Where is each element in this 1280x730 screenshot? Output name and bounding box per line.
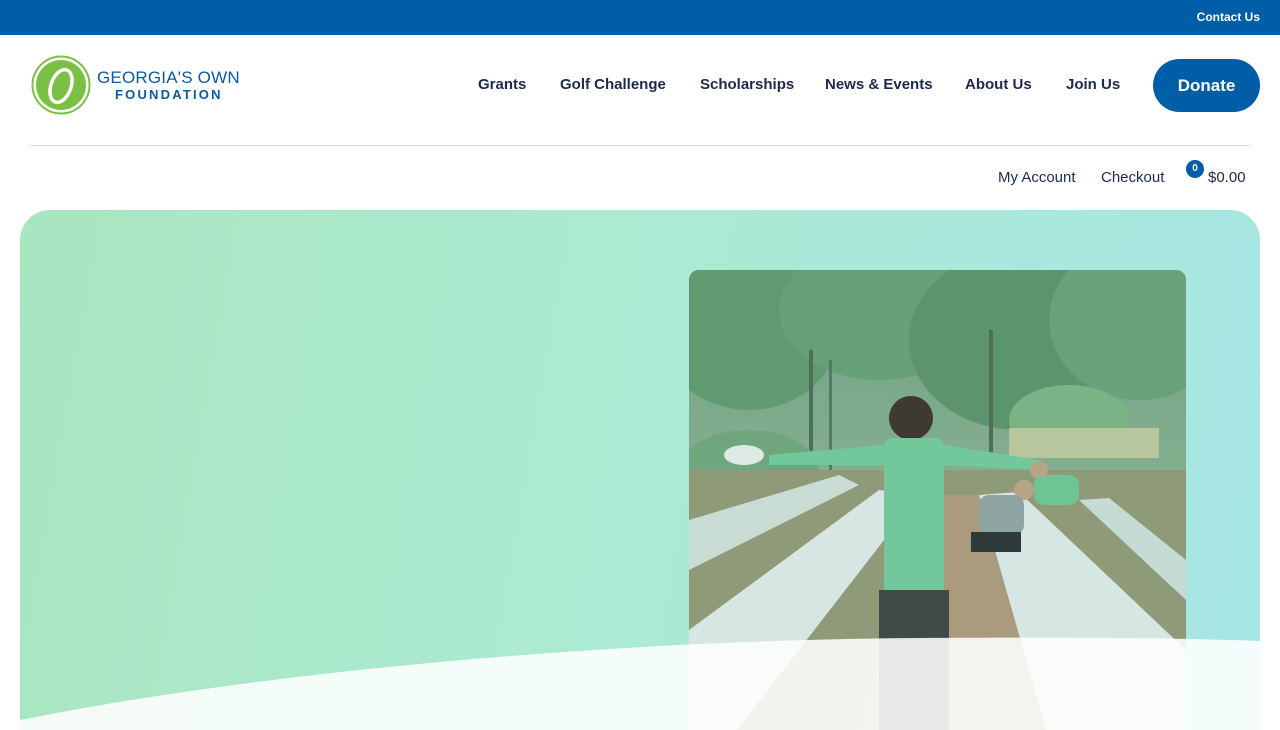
- contact-us-link[interactable]: Contact Us: [1197, 10, 1260, 24]
- nav-item-join-us[interactable]: Join Us: [1066, 76, 1120, 93]
- cart-count-badge[interactable]: 0: [1186, 160, 1204, 178]
- top-bar: Contact Us: [0, 0, 1280, 35]
- nav-item-news-events[interactable]: News & Events: [825, 76, 933, 93]
- donate-button[interactable]: Donate: [1153, 59, 1260, 112]
- header-divider: [30, 145, 1250, 146]
- main-nav: Grants Golf Challenge Scholarships News …: [0, 76, 1280, 96]
- checkout-link[interactable]: Checkout: [1101, 169, 1164, 189]
- nav-item-grants[interactable]: Grants: [478, 76, 526, 93]
- hero-banner: [20, 210, 1260, 730]
- site-header: GEORGIA'S OWN FOUNDATION Grants Golf Cha…: [0, 35, 1280, 145]
- hero-wave-shape: [20, 637, 1260, 730]
- my-account-link[interactable]: My Account: [998, 169, 1076, 189]
- nav-item-scholarships[interactable]: Scholarships: [700, 76, 794, 93]
- nav-item-golf-challenge[interactable]: Golf Challenge: [560, 76, 666, 93]
- nav-item-about-us[interactable]: About Us: [965, 76, 1032, 93]
- cart-total-link[interactable]: $0.00: [1208, 169, 1246, 189]
